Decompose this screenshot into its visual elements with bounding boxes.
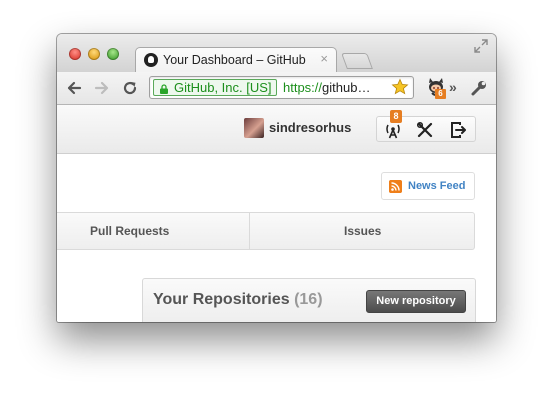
news-feed-button[interactable]: News Feed bbox=[381, 172, 475, 200]
dashboard-tabs: Pull Requests Issues bbox=[57, 212, 475, 250]
fullscreen-icon[interactable] bbox=[474, 39, 488, 53]
repositories-panel: Your Repositories (16) New repository bbox=[142, 278, 476, 322]
sign-out-icon[interactable] bbox=[449, 121, 467, 139]
notifications-broadcast-icon[interactable] bbox=[384, 121, 402, 139]
close-window-button[interactable] bbox=[69, 48, 81, 60]
url-host: github… bbox=[322, 80, 371, 95]
tab-pull-requests[interactable]: Pull Requests bbox=[90, 224, 169, 238]
lock-icon bbox=[160, 84, 168, 94]
github-favicon-icon bbox=[144, 53, 158, 67]
url-text: https://github… bbox=[283, 80, 370, 95]
new-tab-button[interactable] bbox=[341, 53, 373, 69]
repositories-heading: Your Repositories (16) bbox=[153, 291, 323, 309]
address-bar[interactable]: GitHub, Inc. [US] https://github… bbox=[149, 76, 414, 99]
username-link[interactable]: sindresorhus bbox=[269, 120, 351, 135]
extensions-overflow-icon[interactable]: » bbox=[449, 79, 457, 95]
account-settings-tools-icon[interactable] bbox=[416, 121, 434, 139]
rss-icon bbox=[389, 180, 402, 193]
repositories-count: (16) bbox=[294, 291, 323, 308]
tab-issues[interactable]: Issues bbox=[344, 224, 381, 238]
reload-icon[interactable] bbox=[121, 79, 139, 97]
ev-organization-label: GitHub, Inc. [US] bbox=[174, 80, 272, 95]
back-arrow-icon[interactable] bbox=[65, 79, 83, 97]
title-bar: Your Dashboard – GitHub × bbox=[57, 34, 496, 72]
url-scheme: https:// bbox=[283, 80, 323, 95]
tab-close-icon[interactable]: × bbox=[320, 51, 328, 66]
tab-divider bbox=[249, 213, 250, 249]
maximize-window-button[interactable] bbox=[107, 48, 119, 60]
browser-toolbar: GitHub, Inc. [US] https://github… 6 » bbox=[57, 72, 496, 105]
browser-window: Your Dashboard – GitHub × GitHub, Inc. [ bbox=[57, 34, 496, 322]
browser-tab-active[interactable]: Your Dashboard – GitHub × bbox=[135, 47, 337, 72]
wrench-menu-icon[interactable] bbox=[470, 79, 488, 97]
tab-title: Your Dashboard – GitHub bbox=[163, 53, 306, 67]
github-header: sindresorhus 8 bbox=[57, 105, 496, 154]
dashboard-content: News Feed Pull Requests Issues Your Repo… bbox=[57, 154, 496, 322]
notifications-count-badge: 8 bbox=[390, 110, 402, 123]
user-avatar[interactable] bbox=[244, 118, 264, 138]
ev-certificate-badge[interactable]: GitHub, Inc. [US] bbox=[153, 79, 277, 96]
minimize-window-button[interactable] bbox=[88, 48, 100, 60]
extension-badge: 6 bbox=[435, 89, 446, 99]
repositories-title: Your Repositories bbox=[153, 291, 290, 308]
news-feed-label: News Feed bbox=[408, 180, 466, 192]
bookmark-star-icon[interactable] bbox=[391, 78, 409, 96]
forward-arrow-icon[interactable] bbox=[93, 79, 111, 97]
new-repository-button[interactable]: New repository bbox=[366, 290, 466, 313]
